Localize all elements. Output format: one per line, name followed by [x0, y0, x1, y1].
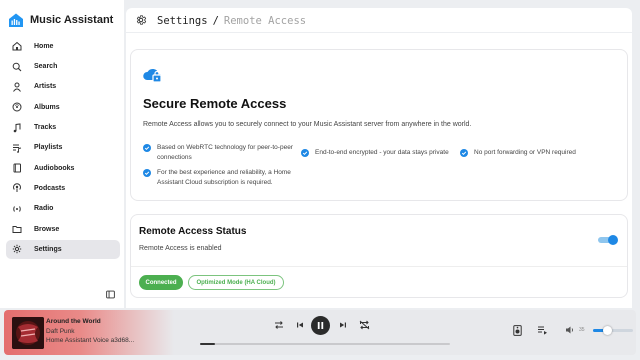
- feature-text: For the best experience and reliability,…: [157, 169, 291, 186]
- feature-item: End-to-end encrypted - your data stays p…: [301, 148, 471, 158]
- toggle-knob: [608, 235, 618, 245]
- sidebar-item-label: Settings: [34, 245, 62, 253]
- speaker-button[interactable]: [513, 325, 522, 336]
- mode-badge: Optimized Mode (HA Cloud): [188, 275, 284, 290]
- sidebar-item-radio[interactable]: Radio: [6, 199, 120, 218]
- home-icon: [12, 41, 22, 51]
- app-title: Music Assistant: [30, 14, 114, 26]
- progress-fill: [200, 343, 215, 345]
- skip-next-icon: [340, 322, 346, 328]
- album-art[interactable]: [12, 317, 44, 349]
- sidebar-item-label: Tracks: [34, 124, 57, 132]
- breadcrumb: Settings / Remote Access: [157, 11, 306, 29]
- track-artist[interactable]: Daft Punk: [46, 328, 75, 335]
- music-note-icon: [12, 123, 22, 133]
- shuffle-button[interactable]: [274, 320, 284, 330]
- check-circle-icon: [460, 149, 468, 157]
- repeat-button[interactable]: [359, 320, 370, 330]
- album-icon: [12, 102, 22, 112]
- sidebar-item-label: Radio: [34, 205, 54, 213]
- playlist-icon: [12, 143, 22, 153]
- sidebar: Music Assistant Home Search Artists Albums T…: [0, 0, 124, 308]
- feature-item: No port forwarding or VPN required: [460, 148, 620, 158]
- status-title: Remote Access Status: [139, 226, 247, 237]
- pause-button[interactable]: [311, 316, 330, 335]
- next-button[interactable]: [338, 320, 348, 330]
- speaker-icon: [513, 325, 522, 336]
- brand[interactable]: Music Assistant: [8, 10, 113, 30]
- sidebar-item-podcasts[interactable]: Podcasts: [6, 179, 120, 198]
- breadcrumb-separator: /: [212, 15, 219, 27]
- feature-text: No port forwarding or VPN required: [474, 149, 576, 156]
- search-icon: [12, 62, 22, 72]
- album-art-image: [12, 317, 44, 349]
- skip-previous-icon: [297, 322, 303, 328]
- remote-access-toggle[interactable]: [598, 235, 618, 245]
- gear-icon: [12, 244, 22, 254]
- feature-text: End-to-end encrypted - your data stays p…: [315, 149, 449, 156]
- sidebar-item-settings[interactable]: Settings: [6, 239, 120, 259]
- sidebar-item-label: Playlists: [34, 144, 63, 152]
- sidebar-item-audiobooks[interactable]: Audiobooks: [6, 159, 120, 178]
- volume-button[interactable]: [565, 325, 575, 335]
- volume-slider[interactable]: [593, 326, 633, 335]
- cloud-lock-icon: [143, 69, 162, 83]
- podcast-icon: [12, 183, 22, 193]
- sidebar-item-artists[interactable]: Artists: [6, 78, 120, 97]
- track-title[interactable]: Around the World: [46, 318, 101, 325]
- check-circle-icon: [301, 149, 309, 157]
- volume-knob[interactable]: [603, 326, 612, 335]
- queue-icon: [538, 326, 547, 335]
- music-assistant-logo-icon: [9, 13, 23, 27]
- sidebar-item-browse[interactable]: Browse: [6, 220, 120, 239]
- repeat-off-icon: [359, 320, 370, 330]
- breadcrumb-settings[interactable]: Settings: [157, 15, 208, 27]
- check-circle-icon: [143, 144, 151, 152]
- radio-icon: [12, 204, 22, 214]
- check-circle-icon: [143, 169, 151, 177]
- feature-item: Based on WebRTC technology for peer-to-p…: [143, 143, 303, 162]
- sidebar-item-home[interactable]: Home: [6, 37, 120, 56]
- sidebar-nav: Home Search Artists Albums Tracks Playlists Au…: [6, 37, 120, 260]
- person-icon: [12, 82, 22, 92]
- sidebar-item-tracks[interactable]: Tracks: [6, 118, 120, 137]
- volume-value: 35: [579, 327, 585, 333]
- status-subtitle: Remote Access is enabled: [139, 245, 222, 252]
- sidebar-item-playlists[interactable]: Playlists: [6, 138, 120, 157]
- progress-bar[interactable]: [200, 343, 450, 345]
- pause-icon: [317, 322, 324, 329]
- divider: [131, 266, 627, 267]
- remote-access-description: Remote Access allows you to securely con…: [143, 121, 472, 128]
- app-root: Music Assistant Home Search Artists Albums T…: [0, 0, 640, 360]
- volume-icon: [566, 326, 574, 334]
- player-source[interactable]: Home Assistant Voice a3d68...: [46, 337, 134, 344]
- player-bar: Around the World Daft Punk Home Assistan…: [4, 310, 636, 355]
- feature-item: For the best experience and reliability,…: [143, 168, 308, 187]
- sidebar-item-label: Audiobooks: [34, 164, 75, 172]
- feature-text: Based on WebRTC technology for peer-to-p…: [157, 144, 293, 161]
- shuffle-icon: [275, 321, 283, 329]
- folder-icon: [12, 224, 22, 234]
- collapse-sidebar-icon[interactable]: [106, 290, 115, 299]
- sidebar-item-search[interactable]: Search: [6, 57, 120, 76]
- sidebar-item-label: Browse: [34, 225, 60, 233]
- sidebar-item-label: Albums: [34, 103, 60, 111]
- gear-icon: [136, 15, 147, 25]
- sidebar-item-label: Artists: [34, 83, 57, 91]
- breadcrumb-current: Remote Access: [223, 15, 307, 27]
- book-icon: [12, 163, 22, 173]
- sidebar-item-label: Podcasts: [34, 184, 66, 192]
- page-header: Settings / Remote Access: [126, 8, 632, 32]
- queue-button[interactable]: [537, 325, 548, 335]
- sidebar-item-label: Search: [34, 63, 58, 71]
- remote-access-title: Secure Remote Access: [143, 96, 287, 111]
- sidebar-item-label: Home: [34, 42, 54, 50]
- connected-badge: Connected: [139, 275, 183, 290]
- sidebar-item-albums[interactable]: Albums: [6, 98, 120, 117]
- previous-button[interactable]: [295, 320, 305, 330]
